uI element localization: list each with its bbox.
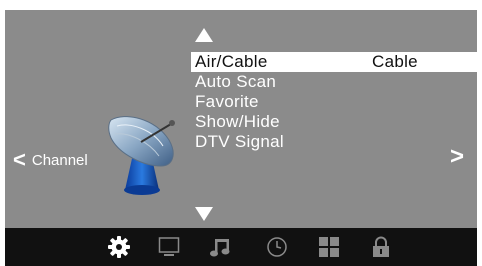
music-note-icon[interactable]: [209, 236, 231, 258]
menu-item-label: Air/Cable: [195, 52, 268, 71]
lock-icon[interactable]: [370, 236, 392, 258]
gear-icon[interactable]: [108, 236, 130, 258]
satellite-dish-icon: [108, 116, 175, 195]
chevron-left-icon: <: [13, 147, 26, 172]
clock-icon[interactable]: [266, 236, 288, 258]
scroll-down-arrow-icon[interactable]: [195, 207, 213, 221]
menu-item-show-hide[interactable]: Show/Hide: [191, 112, 482, 132]
grid-icon[interactable]: [318, 236, 340, 258]
menu-item-label: Show/Hide: [195, 112, 280, 131]
menu-item-value: Cable: [372, 52, 418, 71]
bottom-category-bar: [5, 228, 477, 266]
chevron-right-icon: >: [450, 143, 465, 170]
monitor-icon[interactable]: [158, 236, 180, 258]
menu-item-dtv-signal[interactable]: DTV Signal: [191, 132, 482, 152]
channel-menu: Air/Cable Cable Auto Scan Favorite Show/…: [191, 52, 482, 152]
nav-prev-category[interactable]: < Channel: [13, 147, 88, 173]
menu-item-air-cable[interactable]: Air/Cable Cable: [191, 52, 482, 72]
menu-item-label: DTV Signal: [195, 132, 284, 151]
menu-item-label: Favorite: [195, 92, 259, 111]
menu-item-auto-scan[interactable]: Auto Scan: [191, 72, 482, 92]
tv-osd-menu: Air/Cable Cable Auto Scan Favorite Show/…: [0, 0, 482, 266]
menu-item-label: Auto Scan: [195, 72, 277, 91]
menu-item-favorite[interactable]: Favorite: [191, 92, 482, 112]
scroll-up-arrow-icon[interactable]: [195, 28, 213, 42]
nav-next-category[interactable]: >: [450, 143, 464, 171]
category-label: Channel: [31, 152, 88, 169]
